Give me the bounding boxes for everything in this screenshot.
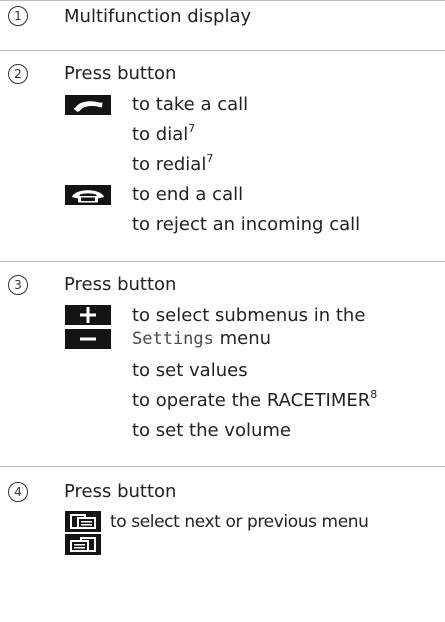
row-2-entry-dial: to dial7: [132, 122, 196, 145]
row-3-entry-settings-menu: Settings menu: [132, 328, 272, 349]
row-3-entry-select-submenus: to select submenus in the: [132, 305, 366, 326]
table-top-border: [0, 0, 445, 1]
callout-number-3: 3: [8, 275, 28, 295]
button-function-table: 1 Multifunction display 2 Press button t…: [0, 0, 445, 622]
row-3-title: Press button: [64, 274, 177, 295]
callout-number-2: 2: [8, 64, 28, 84]
previous-menu-icon: [65, 534, 101, 555]
row-divider: [0, 50, 445, 51]
row-divider: [0, 466, 445, 467]
row-2-title: Press button: [64, 63, 177, 84]
row-divider: [0, 261, 445, 262]
callout-number-4: 4: [8, 482, 28, 502]
settings-menu-name: Settings: [132, 329, 214, 349]
minus-icon: [65, 329, 111, 349]
row-2-entry-reject-call: to reject an incoming call: [132, 214, 361, 235]
row-2-entry-end-call: to end a call: [132, 184, 244, 205]
phone-hangup-icon: [65, 185, 111, 205]
phone-pickup-icon: [65, 95, 111, 115]
row-3-entry-set-values: to set values: [132, 360, 248, 381]
row-3-entry-racetimer: to operate the RACETIMER8: [132, 388, 378, 411]
row-4-title: Press button: [64, 481, 177, 502]
row-1-title: Multifunction display: [64, 6, 252, 27]
callout-number-1: 1: [8, 6, 28, 26]
plus-icon: [65, 305, 111, 325]
row-2-entry-take-call: to take a call: [132, 94, 249, 115]
row-2-entry-redial: to redial7: [132, 152, 214, 175]
row-3-entry-set-volume: to set the volume: [132, 420, 291, 441]
next-menu-icon: [65, 511, 101, 532]
row-4-entry-select-menu: to select next or previous menu: [110, 512, 369, 532]
